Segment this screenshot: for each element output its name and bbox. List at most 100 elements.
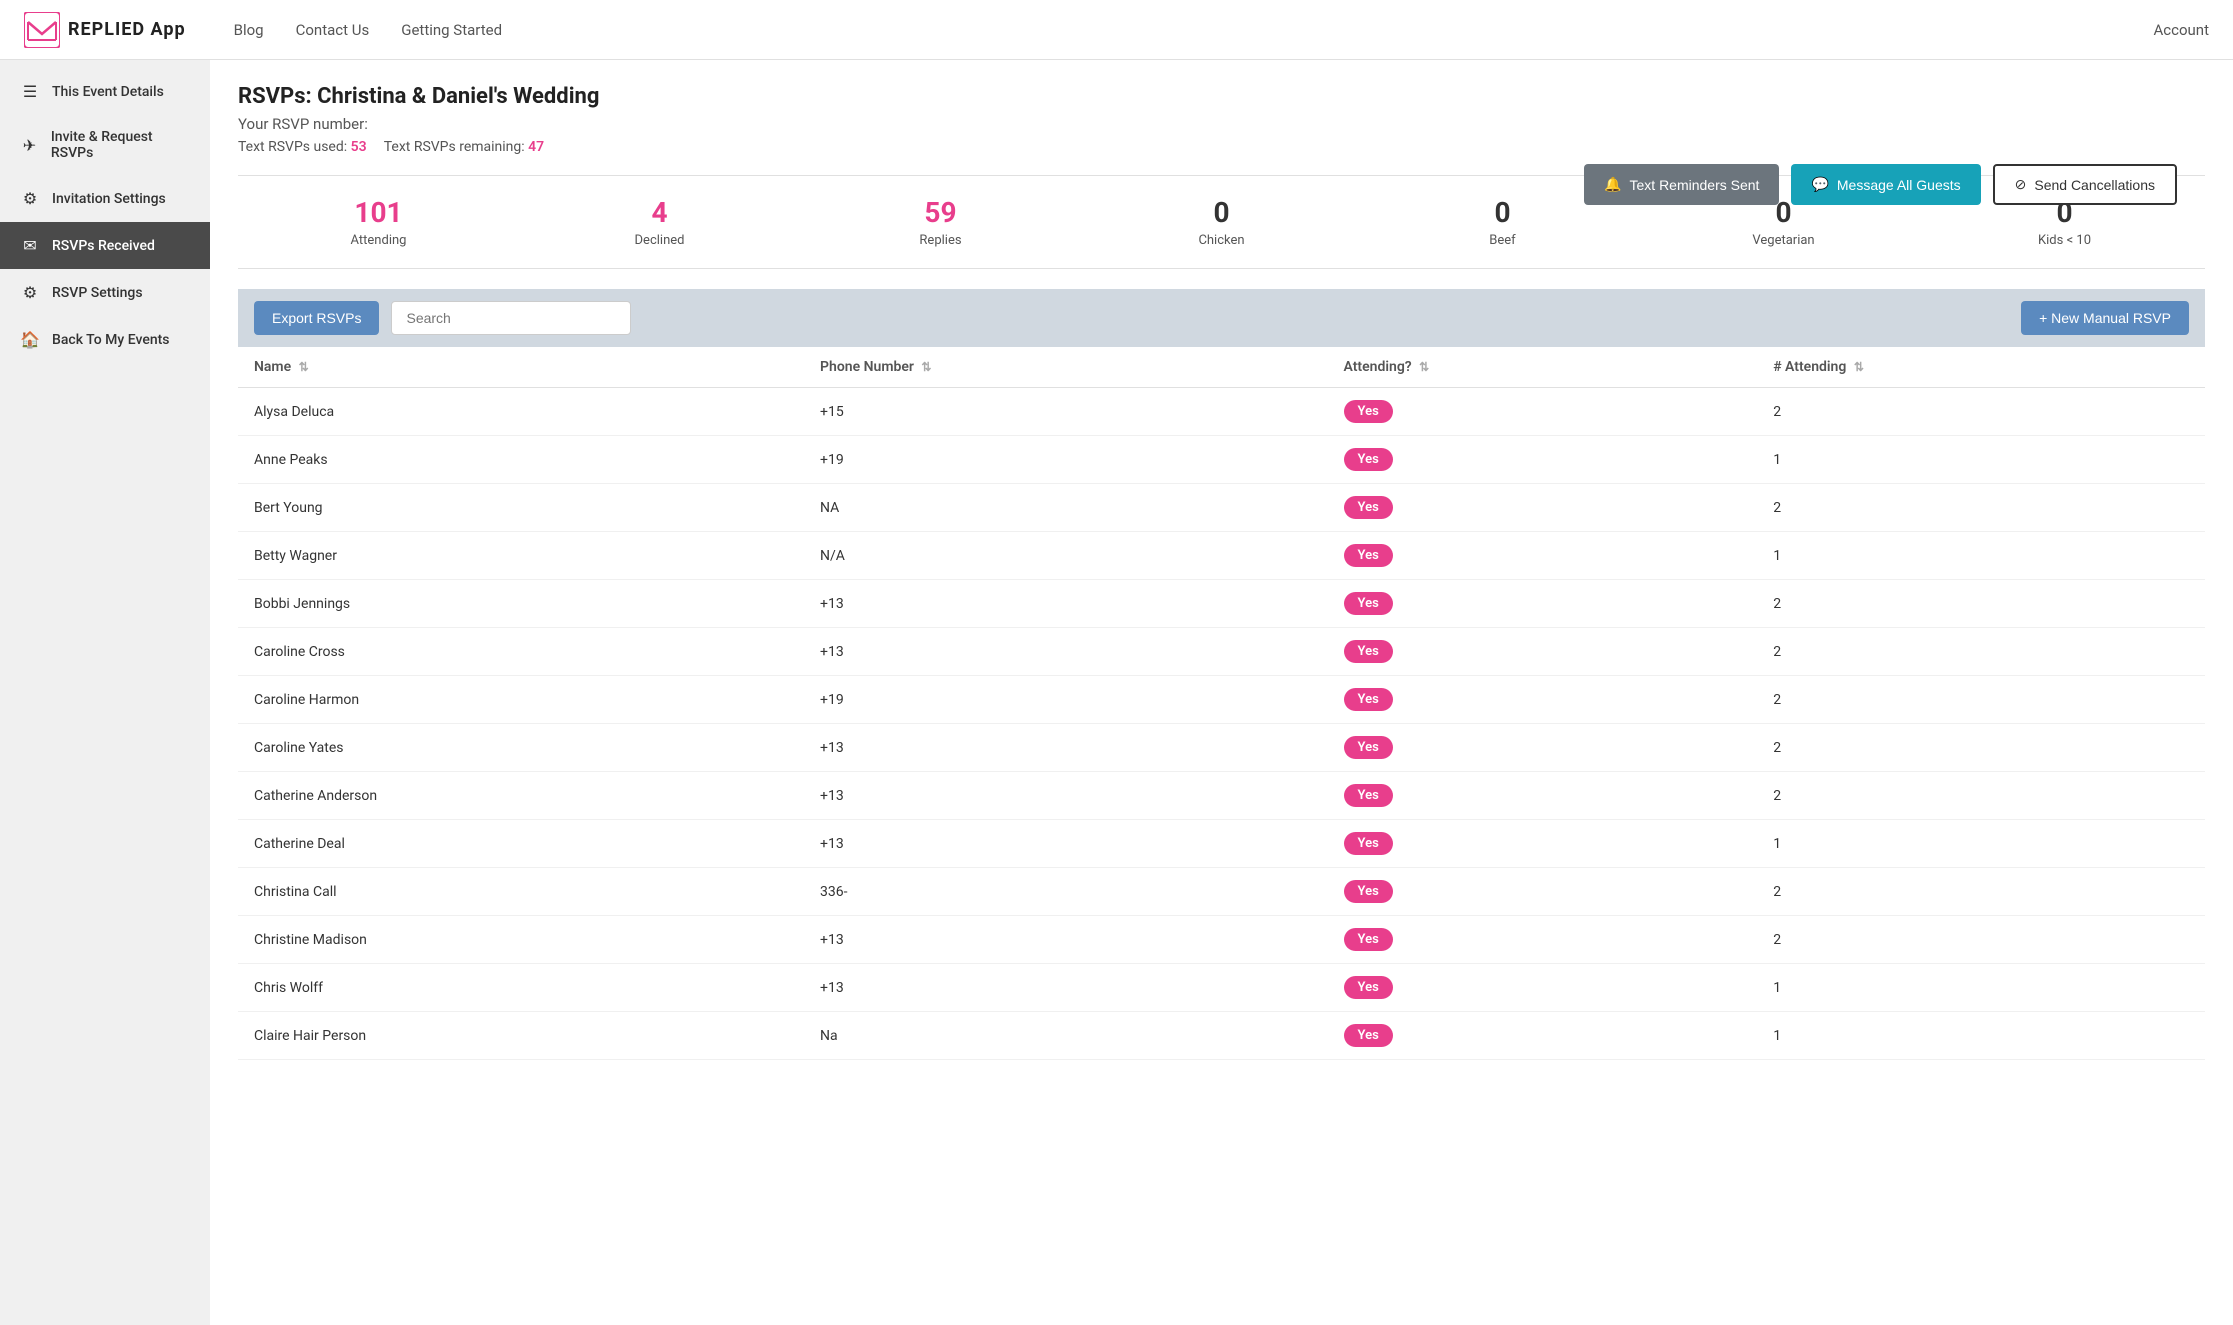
cell-phone: +13 <box>804 580 1327 628</box>
cell-name: Anne Peaks <box>238 436 804 484</box>
stat-label: Declined <box>519 233 800 248</box>
attending-badge: Yes <box>1344 640 1393 663</box>
new-manual-rsvp-button[interactable]: + New Manual RSVP <box>2021 301 2189 335</box>
sidebar-item-rsvps-received[interactable]: ✉ RSVPs Received <box>0 222 210 269</box>
stat-label: Beef <box>1362 233 1643 248</box>
cell-name: Bert Young <box>238 484 804 532</box>
cell-name: Bobbi Jennings <box>238 580 804 628</box>
cell-phone: +19 <box>804 436 1327 484</box>
cell-count: 1 <box>1757 820 2205 868</box>
nav-account[interactable]: Account <box>2153 21 2209 39</box>
cell-attending: Yes <box>1328 484 1758 532</box>
attending-badge: Yes <box>1344 496 1393 519</box>
cell-count: 2 <box>1757 628 2205 676</box>
cell-attending: Yes <box>1328 724 1758 772</box>
page-title: RSVPs: Christina & Daniel's Wedding <box>238 84 2205 109</box>
table-row[interactable]: Caroline Cross +13 Yes 2 <box>238 628 2205 676</box>
text-rsvp-row: Text RSVPs used: 53 Text RSVPs remaining… <box>238 139 2205 155</box>
table-toolbar: Export RSVPs + New Manual RSVP <box>238 289 2205 347</box>
cell-name: Catherine Anderson <box>238 772 804 820</box>
attending-badge: Yes <box>1344 928 1393 951</box>
cell-name: Claire Hair Person <box>238 1012 804 1060</box>
logo[interactable]: REPLIED App <box>24 12 186 48</box>
sidebar-item-rsvp-settings[interactable]: ⚙ RSVP Settings <box>0 269 210 316</box>
cell-name: Caroline Cross <box>238 628 804 676</box>
cell-attending: Yes <box>1328 676 1758 724</box>
cell-count: 1 <box>1757 532 2205 580</box>
cell-phone: N/A <box>804 532 1327 580</box>
cell-count: 2 <box>1757 580 2205 628</box>
cell-attending: Yes <box>1328 580 1758 628</box>
table-row[interactable]: Bert Young NA Yes 2 <box>238 484 2205 532</box>
cell-name: Alysa Deluca <box>238 388 804 436</box>
sidebar: ☰ This Event Details ✈ Invite & Request … <box>0 60 210 1325</box>
sidebar-item-this-event-details[interactable]: ☰ This Event Details <box>0 68 210 115</box>
sidebar-item-label: Invite & Request RSVPs <box>51 129 190 161</box>
stat-value: 101 <box>238 196 519 229</box>
nav-contact[interactable]: Contact Us <box>296 21 370 39</box>
sidebar-item-label: Invitation Settings <box>52 191 166 207</box>
search-input[interactable] <box>391 301 631 335</box>
cell-name: Betty Wagner <box>238 532 804 580</box>
cell-phone: +13 <box>804 772 1327 820</box>
gear-icon: ⚙ <box>20 189 40 208</box>
calendar-icon: ☰ <box>20 82 40 101</box>
attending-badge: Yes <box>1344 736 1393 759</box>
cell-count: 2 <box>1757 724 2205 772</box>
action-buttons: 🔔 Text Reminders Sent 💬 Message All Gues… <box>1584 164 2177 205</box>
stat-item-chicken: 0Chicken <box>1081 196 1362 248</box>
col-header-phone[interactable]: Phone Number ⇅ <box>804 347 1327 388</box>
attending-badge: Yes <box>1344 400 1393 423</box>
col-header-attending[interactable]: Attending? ⇅ <box>1328 347 1758 388</box>
sort-icon-name: ⇅ <box>299 360 309 374</box>
cell-name: Christine Madison <box>238 916 804 964</box>
cell-phone: +13 <box>804 916 1327 964</box>
sidebar-item-invitation-settings[interactable]: ⚙ Invitation Settings <box>0 175 210 222</box>
sidebar-item-back-to-my-events[interactable]: 🏠 Back To My Events <box>0 316 210 363</box>
table-row[interactable]: Anne Peaks +19 Yes 1 <box>238 436 2205 484</box>
table-row[interactable]: Christina Call 336- Yes 2 <box>238 868 2205 916</box>
nav-getting-started[interactable]: Getting Started <box>401 21 502 39</box>
table-row[interactable]: Catherine Deal +13 Yes 1 <box>238 820 2205 868</box>
table-row[interactable]: Bobbi Jennings +13 Yes 2 <box>238 580 2205 628</box>
table-row[interactable]: Caroline Yates +13 Yes 2 <box>238 724 2205 772</box>
stat-value: 0 <box>1081 196 1362 229</box>
cell-count: 1 <box>1757 436 2205 484</box>
export-rsvps-button[interactable]: Export RSVPs <box>254 301 379 335</box>
cell-phone: 336- <box>804 868 1327 916</box>
attending-badge: Yes <box>1344 1024 1393 1047</box>
cell-name: Chris Wolff <box>238 964 804 1012</box>
envelope-icon: ✉ <box>20 236 40 255</box>
cell-count: 2 <box>1757 676 2205 724</box>
table-row[interactable]: Chris Wolff +13 Yes 1 <box>238 964 2205 1012</box>
cell-attending: Yes <box>1328 868 1758 916</box>
text-rsvps-remaining-label: Text RSVPs remaining: <box>384 139 525 155</box>
send-cancellations-button[interactable]: ⊘ Send Cancellations <box>1993 164 2177 205</box>
col-header-count[interactable]: # Attending ⇅ <box>1757 347 2205 388</box>
cell-attending: Yes <box>1328 628 1758 676</box>
sidebar-item-invite-request-rsvps[interactable]: ✈ Invite & Request RSVPs <box>0 115 210 175</box>
cancel-icon: ⊘ <box>2015 176 2027 193</box>
rsvp-number-label: Your RSVP number: <box>238 115 368 133</box>
stat-item-replies: 59Replies <box>800 196 1081 248</box>
attending-badge: Yes <box>1344 592 1393 615</box>
table-row[interactable]: Betty Wagner N/A Yes 1 <box>238 532 2205 580</box>
text-reminders-button[interactable]: 🔔 Text Reminders Sent <box>1584 164 1779 205</box>
col-header-name[interactable]: Name ⇅ <box>238 347 804 388</box>
cell-attending: Yes <box>1328 916 1758 964</box>
message-all-button[interactable]: 💬 Message All Guests <box>1791 164 1980 205</box>
table-row[interactable]: Claire Hair Person Na Yes 1 <box>238 1012 2205 1060</box>
table-header-row: Name ⇅ Phone Number ⇅ Attending? ⇅ # Att… <box>238 347 2205 388</box>
table-row[interactable]: Caroline Harmon +19 Yes 2 <box>238 676 2205 724</box>
table-row[interactable]: Christine Madison +13 Yes 2 <box>238 916 2205 964</box>
nav-blog[interactable]: Blog <box>234 21 264 39</box>
cell-count: 1 <box>1757 964 2205 1012</box>
stat-label: Replies <box>800 233 1081 248</box>
cell-name: Caroline Yates <box>238 724 804 772</box>
cell-count: 2 <box>1757 916 2205 964</box>
cell-phone: Na <box>804 1012 1327 1060</box>
table-row[interactable]: Alysa Deluca +15 Yes 2 <box>238 388 2205 436</box>
table-row[interactable]: Catherine Anderson +13 Yes 2 <box>238 772 2205 820</box>
logo-text: REPLIED App <box>68 19 186 40</box>
main-content: RSVPs: Christina & Daniel's Wedding Your… <box>210 60 2233 1325</box>
